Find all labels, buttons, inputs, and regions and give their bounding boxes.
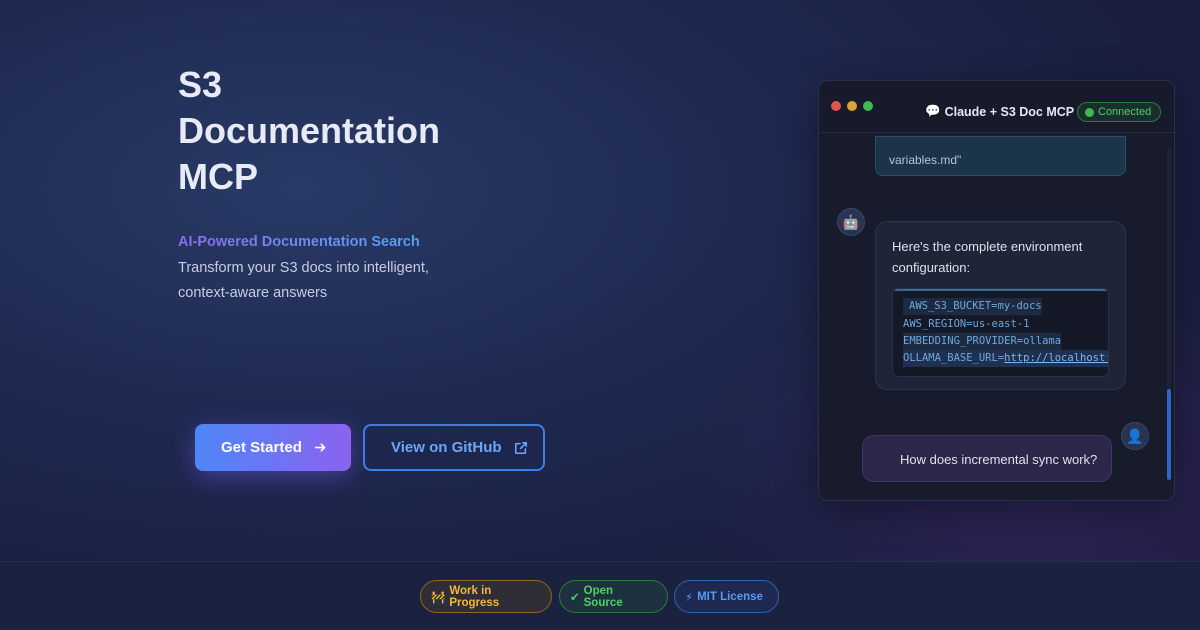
- description: Transform your S3 docs into intelligent,…: [178, 260, 429, 301]
- chat-title: 💬 Claude + S3 Doc MCP: [925, 104, 1074, 119]
- chat-header: 💬 Claude + S3 Doc MCP Connected: [819, 81, 1174, 133]
- title-line: MCP: [178, 156, 258, 197]
- code-line-key: OLLAMA_BASE_URL=: [903, 352, 1005, 364]
- construction-icon: 🚧: [431, 591, 446, 604]
- code-line: EMBEDDING_PROVIDER=ollama: [903, 333, 1062, 350]
- title-line: S3: [178, 64, 223, 105]
- maximize-window-dot[interactable]: [863, 101, 873, 111]
- bot-message: Here's the complete environment configur…: [875, 221, 1126, 390]
- user-message-text: How does incremental sync work?: [900, 452, 1098, 467]
- code-block-bar: [893, 289, 1108, 291]
- scrollbar-thumb[interactable]: [1167, 389, 1171, 480]
- get-started-label: Get Started: [221, 439, 302, 456]
- work-in-progress-badge: 🚧 Work in Progress: [420, 580, 552, 613]
- code-line: OLLAMA_BASE_URL=http://localhost:11: [903, 350, 1108, 367]
- robot-icon: 🤖: [842, 213, 860, 230]
- mit-license-badge: ⚡ MIT License: [674, 580, 779, 613]
- close-window-dot[interactable]: [831, 101, 841, 111]
- chat-title-text: Claude + S3 Doc MCP: [944, 104, 1075, 119]
- status-badge: Connected: [1077, 102, 1162, 122]
- check-icon: ✔: [570, 591, 580, 604]
- status-text: Connected: [1098, 106, 1152, 118]
- code-line: AWS_S3_BUCKET=my-docs: [903, 298, 1042, 315]
- view-on-github-button[interactable]: View on GitHub: [363, 424, 545, 471]
- code-block: AWS_S3_BUCKET=my-docs AWS_REGION=us-east…: [892, 288, 1109, 377]
- open-source-badge: ✔ Open Source: [559, 580, 668, 613]
- chat-window: 💬 Claude + S3 Doc MCP Connected variable…: [818, 80, 1175, 501]
- code-line: AWS_REGION=us-east-1: [903, 318, 1030, 330]
- github-button-label: View on GitHub: [391, 439, 502, 456]
- status-dot-icon: [1085, 107, 1094, 117]
- speech-bubble-icon: 💬: [925, 104, 941, 118]
- title-line: Documentation: [178, 110, 441, 151]
- user-message: How does incremental sync work?: [862, 435, 1112, 482]
- bot-avatar: 🤖: [837, 208, 865, 236]
- page-title: S3 Documentation MCP: [178, 62, 498, 200]
- localhost-link[interactable]: http://localhost:11: [1004, 352, 1108, 364]
- user-avatar: 👤: [1121, 422, 1149, 450]
- previous-user-message-text: variables.md": [889, 153, 962, 167]
- bot-message-text: Here's the complete environment configur…: [892, 239, 1083, 275]
- get-started-button[interactable]: Get Started: [195, 424, 351, 471]
- badge-label: MIT License: [697, 590, 763, 603]
- previous-user-message: variables.md": [875, 136, 1126, 176]
- badge-label: Work in Progress: [449, 584, 500, 609]
- badge-label: Open Source: [583, 584, 623, 609]
- user-icon: 👤: [1126, 427, 1144, 444]
- external-link-icon: [514, 441, 528, 455]
- scroll-track[interactable]: [1167, 147, 1171, 389]
- lightning-icon: ⚡: [685, 591, 694, 604]
- tagline: AI-Powered Documentation Search: [178, 234, 420, 250]
- arrow-right-icon: [314, 441, 327, 454]
- minimize-window-dot[interactable]: [847, 101, 857, 111]
